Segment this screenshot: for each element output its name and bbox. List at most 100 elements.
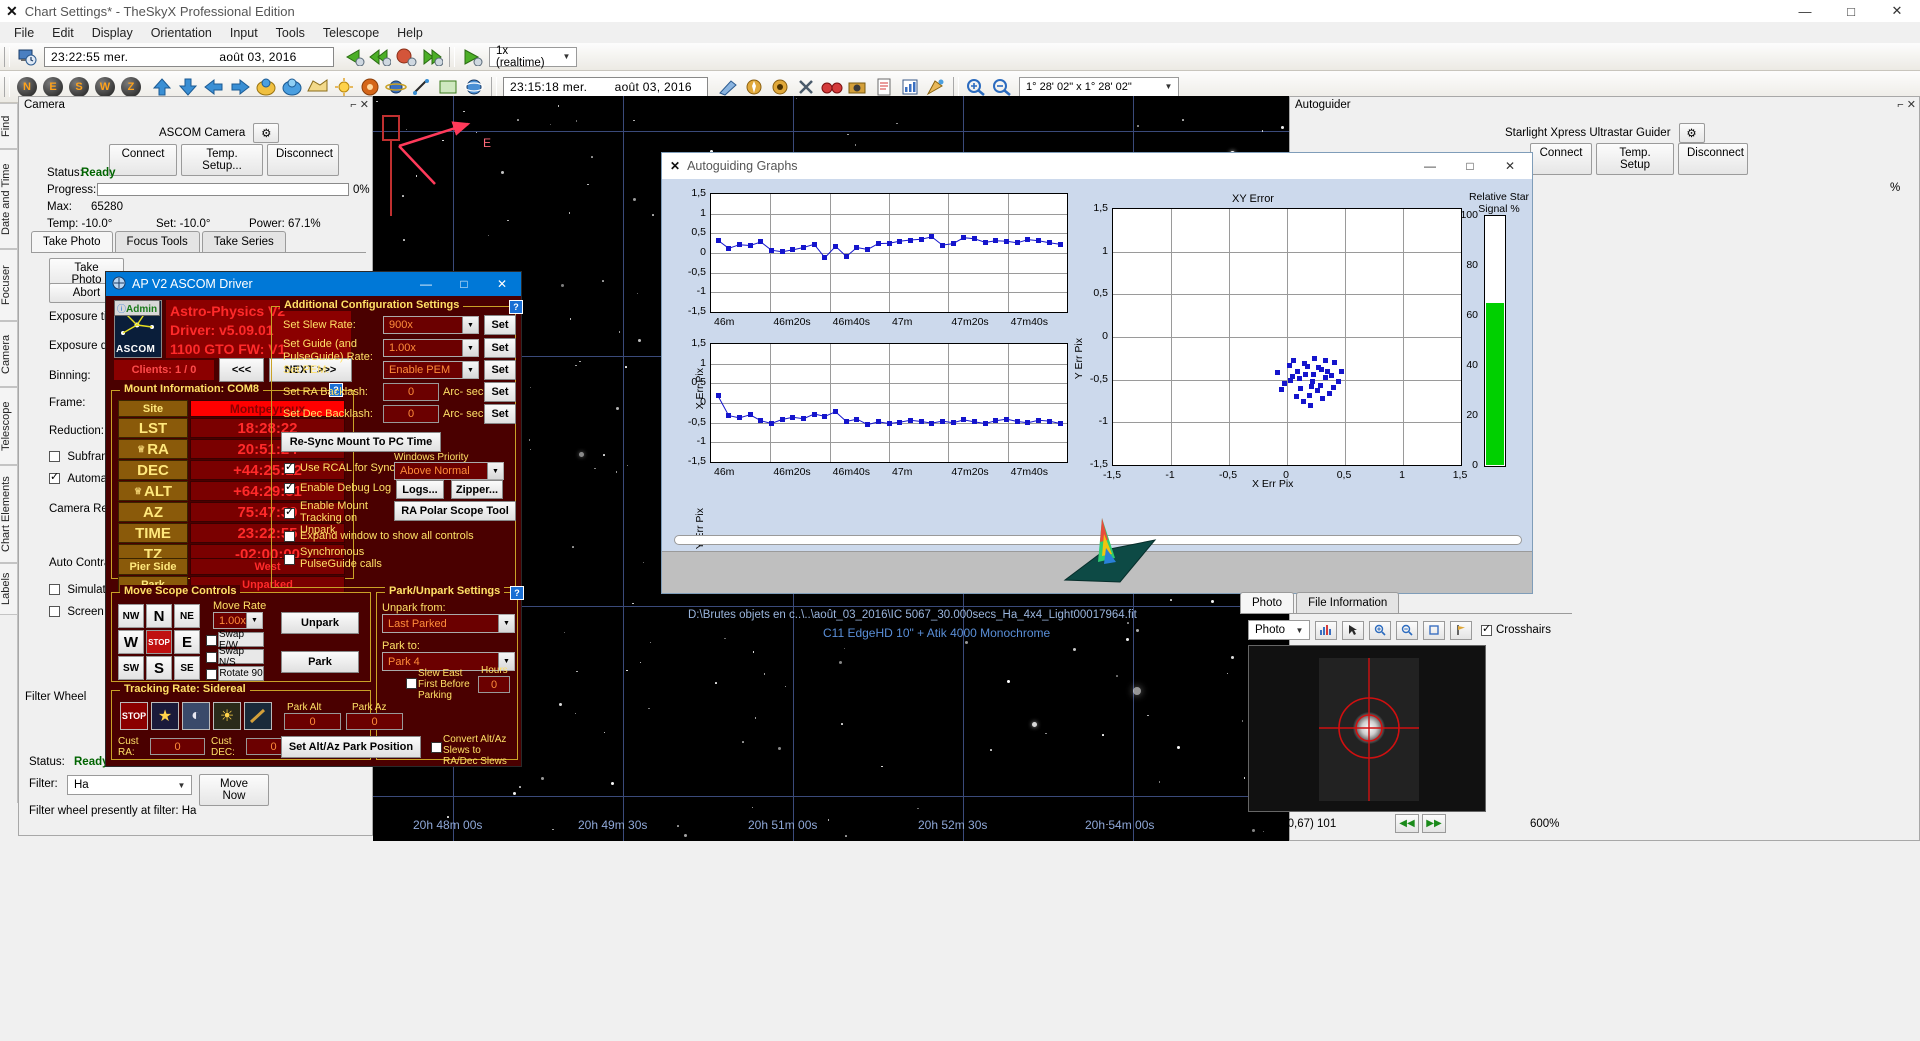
set-park-position-button[interactable]: Set Alt/Az Park Position bbox=[281, 736, 421, 758]
zenith-icon[interactable]: Z bbox=[119, 75, 143, 99]
set-pem-button[interactable]: Set bbox=[484, 360, 516, 380]
move-ne-button[interactable]: NE bbox=[174, 604, 200, 628]
move-e-button[interactable]: E bbox=[174, 630, 200, 654]
slew-rate-combo[interactable]: 900x ▼ bbox=[383, 316, 479, 334]
resync-mount-button[interactable]: Re-Sync Mount To PC Time bbox=[281, 432, 441, 452]
sun-icon[interactable] bbox=[332, 75, 356, 99]
move-sw-button[interactable]: SW bbox=[118, 656, 144, 680]
fast-forward-icon[interactable] bbox=[420, 45, 444, 69]
move-now-button[interactable]: Move Now bbox=[199, 774, 269, 806]
sidebar-tab-date-time[interactable]: Date and Time bbox=[0, 149, 18, 249]
move-se-button[interactable]: SE bbox=[174, 656, 200, 680]
menu-telescope[interactable]: Telescope bbox=[314, 24, 388, 42]
up-arrow-icon[interactable] bbox=[150, 75, 174, 99]
planet-icon[interactable] bbox=[384, 75, 408, 99]
swap-ns-label[interactable]: Swap N/S bbox=[218, 649, 264, 664]
simulate-checkbox[interactable] bbox=[49, 584, 60, 595]
pan-icon[interactable] bbox=[1423, 621, 1445, 640]
clock-icon[interactable] bbox=[15, 45, 39, 69]
unpark-from-combo[interactable]: Last Parked ▼ bbox=[382, 614, 515, 633]
move-w-button[interactable]: W bbox=[118, 630, 144, 654]
sidebar-tab-camera[interactable]: Camera bbox=[0, 321, 18, 387]
xy-error-plot[interactable] bbox=[1112, 208, 1462, 466]
camera-tool-icon[interactable] bbox=[846, 75, 870, 99]
close-button[interactable]: ✕ bbox=[1874, 0, 1920, 22]
set-ra-backlash-button[interactable]: Set bbox=[484, 382, 516, 402]
constellation-icon[interactable] bbox=[306, 75, 330, 99]
down-arrow-icon[interactable] bbox=[176, 75, 200, 99]
west-icon[interactable]: W bbox=[93, 75, 117, 99]
pem-combo[interactable]: Enable PEM ▼ bbox=[383, 361, 479, 379]
planet-track-icon[interactable] bbox=[462, 75, 486, 99]
left-arrow-icon[interactable] bbox=[202, 75, 226, 99]
tab-take-series[interactable]: Take Series bbox=[202, 231, 286, 252]
crosshairs-toggle[interactable]: Crosshairs bbox=[1481, 624, 1551, 636]
field-of-view-combo[interactable]: 1° 28' 02" x 1° 28' 02" ▼ bbox=[1019, 77, 1179, 97]
autoguider-temp-setup-button[interactable]: Temp. Setup bbox=[1596, 143, 1674, 175]
document-icon[interactable] bbox=[872, 75, 896, 99]
tab-photo[interactable]: Photo bbox=[1240, 592, 1294, 613]
menu-input[interactable]: Input bbox=[221, 24, 267, 42]
sidereal-icon[interactable]: ★ bbox=[151, 702, 179, 730]
east-icon[interactable]: E bbox=[41, 75, 65, 99]
rewind-icon[interactable] bbox=[368, 45, 392, 69]
spiral-galaxy-icon[interactable] bbox=[358, 75, 382, 99]
autoguiding-minimize[interactable]: — bbox=[1410, 155, 1450, 177]
move-stop-button[interactable]: STOP bbox=[146, 630, 172, 654]
slew-icon[interactable] bbox=[742, 75, 766, 99]
hours-field[interactable]: 0 bbox=[478, 676, 510, 693]
ap-maximize[interactable]: □ bbox=[445, 272, 483, 296]
toolbar2-grip-2[interactable] bbox=[491, 77, 497, 97]
telescope-connect-icon[interactable] bbox=[716, 75, 740, 99]
ra-polar-scope-button[interactable]: RA Polar Scope Tool bbox=[394, 501, 516, 521]
config-help-icon[interactable]: ? bbox=[509, 300, 523, 314]
rotate90-checkbox[interactable] bbox=[206, 669, 217, 680]
datetime-field-2[interactable]: 23:15:18 mer. août 03, 2016 bbox=[503, 77, 708, 97]
step-back-icon[interactable] bbox=[342, 45, 366, 69]
sidebar-tab-labels[interactable]: Labels bbox=[0, 563, 18, 615]
logs-button[interactable]: Logs... bbox=[396, 480, 444, 499]
panel-pin-close[interactable]: ⌐ ✕ bbox=[350, 98, 369, 111]
zipper-button[interactable]: Zipper... bbox=[451, 480, 503, 499]
tab-file-information[interactable]: File Information bbox=[1296, 592, 1399, 613]
sidebar-tab-find[interactable]: Find bbox=[0, 103, 18, 149]
park-az-field[interactable]: 0 bbox=[346, 713, 403, 730]
unpark-button[interactable]: Unpark bbox=[281, 612, 359, 634]
toolbar2-grip-3[interactable] bbox=[953, 77, 959, 97]
tab-take-photo[interactable]: Take Photo bbox=[31, 231, 113, 252]
dec-backlash-field[interactable]: 0 bbox=[383, 405, 439, 423]
move-rate-combo[interactable]: 1.00x ▼ bbox=[213, 612, 263, 629]
expand-window-checkbox[interactable] bbox=[284, 531, 295, 542]
crosshairs-checkbox[interactable] bbox=[1481, 625, 1492, 636]
synchronous-checkbox[interactable] bbox=[284, 554, 295, 565]
set-dec-backlash-button[interactable]: Set bbox=[484, 404, 516, 424]
sidebar-tab-telescope[interactable]: Telescope bbox=[0, 387, 18, 465]
move-n-button[interactable]: N bbox=[146, 604, 172, 628]
binocular-icon[interactable] bbox=[820, 75, 844, 99]
subframe-checkbox[interactable] bbox=[49, 451, 60, 462]
right-arrow-icon[interactable] bbox=[228, 75, 252, 99]
stop-tracking-icon[interactable]: STOP bbox=[120, 702, 148, 730]
gear-icon[interactable]: ⚙ bbox=[253, 123, 279, 143]
sidebar-tab-focuser[interactable]: Focuser bbox=[0, 249, 18, 321]
find-home-icon[interactable] bbox=[768, 75, 792, 99]
datetime-field[interactable]: 23:22:55 mer. août 03, 2016 bbox=[44, 47, 334, 67]
zoom-out-icon-photo[interactable] bbox=[1396, 621, 1418, 640]
autoguiding-close[interactable]: ✕ bbox=[1490, 155, 1530, 177]
zoom-in-icon[interactable] bbox=[964, 75, 988, 99]
minimize-button[interactable]: — bbox=[1782, 0, 1828, 22]
pointer-icon[interactable] bbox=[1342, 621, 1364, 640]
use-rcal-checkbox[interactable] bbox=[284, 463, 295, 474]
swap-ns-checkbox[interactable] bbox=[206, 652, 217, 663]
lunar-icon[interactable]: ◐ bbox=[182, 702, 210, 730]
swap-ew-checkbox[interactable] bbox=[206, 635, 217, 646]
autoguider-connect-button[interactable]: Connect bbox=[1530, 143, 1592, 175]
connect-button[interactable]: Connect bbox=[109, 144, 177, 176]
enable-tracking-checkbox[interactable] bbox=[284, 508, 295, 519]
zoom-in-icon-photo[interactable] bbox=[1369, 621, 1391, 640]
autoguider-disconnect-button[interactable]: Disconnect bbox=[1678, 143, 1748, 175]
autoguiding-maximize[interactable]: □ bbox=[1450, 155, 1490, 177]
toolbar2-grip[interactable] bbox=[4, 77, 10, 97]
rotate90-label[interactable]: Rotate 90 bbox=[218, 666, 264, 681]
filter-select[interactable]: Ha ▼ bbox=[67, 775, 192, 795]
